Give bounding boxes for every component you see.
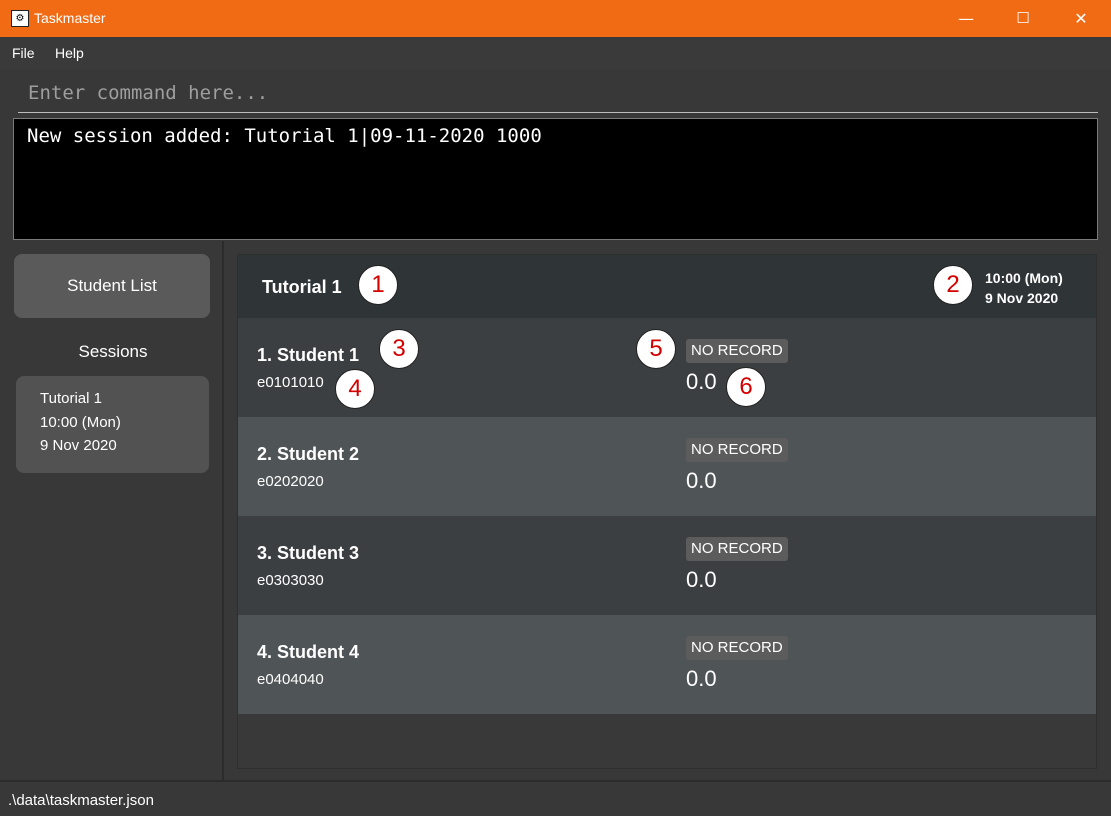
student-row[interactable]: 3. Student 3 e0303030 NO RECORD 0.0 <box>238 516 1096 615</box>
record-badge: NO RECORD <box>686 537 788 561</box>
session-datetime: 10:00 (Mon) 9 Nov 2020 <box>985 268 1063 308</box>
session-card-time: 10:00 (Mon) <box>40 414 121 431</box>
command-area: Enter command here... New session added:… <box>0 69 1111 241</box>
student-row[interactable]: 4. Student 4 e0404040 NO RECORD 0.0 <box>238 615 1096 714</box>
minimize-icon[interactable]: — <box>943 0 989 37</box>
session-title: Tutorial 1 <box>262 277 342 297</box>
result-display: New session added: Tutorial 1|09-11-2020… <box>13 118 1098 240</box>
student-name: 1. Student 1 <box>257 345 360 365</box>
student-id: e0303030 <box>257 572 324 589</box>
callout-4: 4 <box>335 369 375 409</box>
student-name: 2. Student 2 <box>257 444 360 464</box>
student-id: e0101010 <box>257 374 324 391</box>
student-name: 3. Student 3 <box>257 543 360 563</box>
sessions-label: Sessions <box>78 342 148 361</box>
record-badge: NO RECORD <box>686 636 788 660</box>
callout-2: 2 <box>933 265 973 305</box>
student-id: e0202020 <box>257 473 324 490</box>
student-list-button[interactable]: Student List <box>14 254 210 318</box>
menu-file[interactable]: File <box>12 45 35 61</box>
menu-help[interactable]: Help <box>55 45 84 61</box>
session-time: 10:00 (Mon) <box>985 270 1063 286</box>
maximize-icon[interactable]: ☐ <box>1000 0 1046 37</box>
callout-5: 5 <box>636 329 676 369</box>
student-name: 4. Student 4 <box>257 642 360 662</box>
session-card[interactable]: Tutorial 1 10:00 (Mon) 9 Nov 2020 <box>16 376 209 473</box>
record-badge: NO RECORD <box>686 438 788 462</box>
callout-3: 3 <box>379 329 419 369</box>
student-score: 0.0 <box>686 666 717 691</box>
file-path: .\data\taskmaster.json <box>8 792 154 809</box>
window-title: Taskmaster <box>34 10 106 26</box>
student-row[interactable]: 2. Student 2 e0202020 NO RECORD 0.0 <box>238 417 1096 516</box>
command-input[interactable]: Enter command here... <box>18 79 1098 113</box>
main-panel: Tutorial 1 10:00 (Mon) 9 Nov 2020 1. Stu… <box>224 241 1111 780</box>
student-score: 0.0 <box>686 369 717 394</box>
callout-1: 1 <box>358 265 398 305</box>
session-date: 9 Nov 2020 <box>985 290 1059 306</box>
session-panel: Tutorial 1 10:00 (Mon) 9 Nov 2020 1. Stu… <box>237 254 1097 769</box>
app-icon: ⚙ <box>11 10 29 27</box>
student-score: 0.0 <box>686 567 717 592</box>
session-card-name: Tutorial 1 <box>40 390 102 407</box>
student-score: 0.0 <box>686 468 717 493</box>
callout-6: 6 <box>726 367 766 407</box>
status-bar: .\data\taskmaster.json <box>0 780 1111 816</box>
title-bar: ⚙ Taskmaster — ☐ ✕ <box>0 0 1111 37</box>
menu-bar: File Help <box>0 37 1111 69</box>
session-card-date: 9 Nov 2020 <box>40 437 117 454</box>
student-id: e0404040 <box>257 671 324 688</box>
close-icon[interactable]: ✕ <box>1058 0 1104 37</box>
sidebar: Student List Sessions Tutorial 1 10:00 (… <box>0 241 224 780</box>
record-badge: NO RECORD <box>686 339 788 363</box>
